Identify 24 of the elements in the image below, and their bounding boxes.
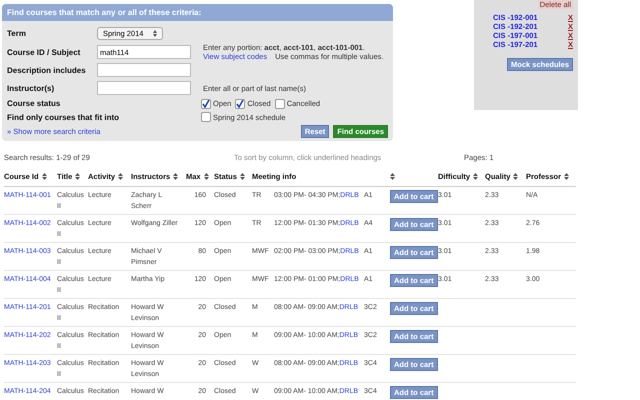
sort-arrows-icon[interactable] xyxy=(118,172,124,180)
checkbox[interactable] xyxy=(235,98,246,108)
field-label: Course ID / Subject xyxy=(7,48,82,56)
field-label: Description includes xyxy=(7,66,87,74)
checkbox[interactable] xyxy=(201,112,211,122)
sort-arrows-icon[interactable] xyxy=(173,172,178,180)
checkbox[interactable] xyxy=(274,98,285,108)
sort-arrows-icon[interactable] xyxy=(42,172,47,180)
checkbox[interactable] xyxy=(201,98,211,108)
panel-title: Find courses that match any or all of these criteria: xyxy=(2,4,393,21)
field-label: Find only courses that fit into xyxy=(7,112,120,122)
sort-arrows-icon[interactable] xyxy=(204,172,209,180)
sort-arrows-icon[interactable] xyxy=(75,172,80,180)
sort-arrows-icon[interactable] xyxy=(513,172,518,180)
description-field[interactable] xyxy=(97,63,191,77)
instructor-field[interactable] xyxy=(97,81,191,95)
field-label: Term xyxy=(7,28,27,38)
field-label: Instructor(s) xyxy=(7,84,56,92)
sort-arrows-icon[interactable] xyxy=(473,172,478,180)
sort-arrows-icon[interactable] xyxy=(390,172,395,180)
dropdown-arrows-icon xyxy=(153,30,158,36)
field-label: Course status xyxy=(7,99,62,108)
sort-arrows-icon[interactable] xyxy=(564,172,570,180)
sort-arrows-icon[interactable] xyxy=(240,172,245,180)
